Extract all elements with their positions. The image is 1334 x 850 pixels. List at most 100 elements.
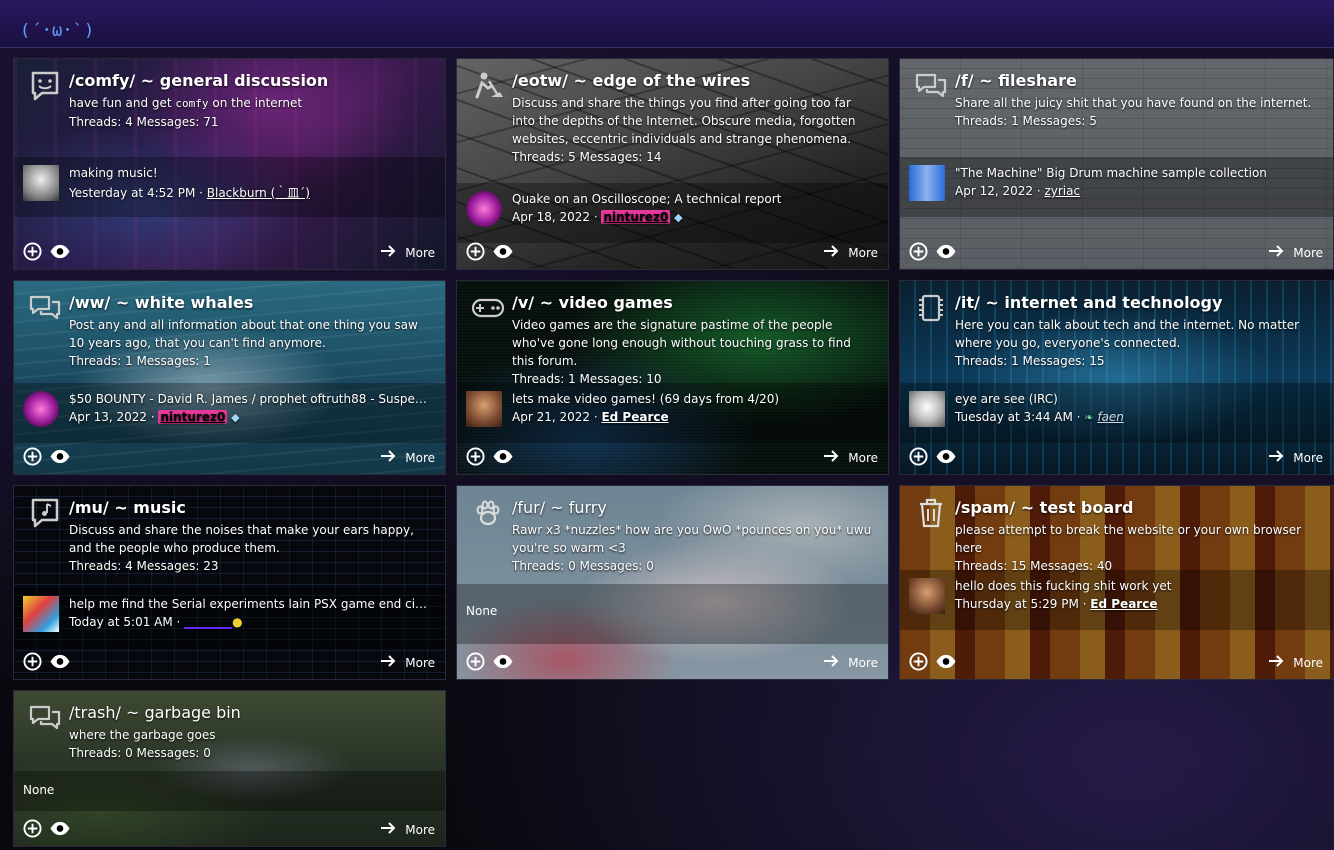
plus-circle-icon[interactable]: [909, 652, 928, 671]
more-link[interactable]: More: [1267, 652, 1323, 673]
board-title[interactable]: /trash/ ~ garbage bin: [69, 703, 241, 722]
card-footer: More: [457, 233, 888, 269]
last-post-title[interactable]: "The Machine" Big Drum machine sample co…: [955, 166, 1321, 180]
eye-icon[interactable]: [492, 242, 514, 261]
last-post-title[interactable]: making music!: [69, 166, 433, 180]
plus-circle-icon[interactable]: [909, 242, 928, 261]
board-stats: Threads: 0 Messages: 0: [69, 746, 211, 760]
board-description-text: Rawr x3 *nuzzles* how are you OwO *pounc…: [512, 523, 872, 555]
board-card-trash[interactable]: /trash/ ~ garbage bin where the garbage …: [13, 690, 446, 847]
site-title[interactable]: (´･ω･`): [20, 16, 95, 41]
eye-icon[interactable]: [935, 242, 957, 261]
board-title[interactable]: /ww/ ~ white whales: [69, 293, 253, 312]
eye-icon[interactable]: [49, 447, 71, 466]
plus-circle-icon[interactable]: [23, 819, 42, 838]
board-stats: Threads: 1 Messages: 1: [69, 354, 211, 368]
more-link[interactable]: More: [822, 447, 878, 468]
more-link[interactable]: More: [379, 652, 435, 673]
last-post-meta: Apr 13, 2022 · ninturez0 ◆: [69, 410, 240, 424]
more-link[interactable]: More: [822, 652, 878, 673]
more-label: More: [848, 655, 878, 670]
board-card-f[interactable]: /f/ ~ fileshare Share all the juicy shit…: [899, 58, 1334, 270]
last-post-title[interactable]: lets make video games! (69 days from 4/2…: [512, 392, 876, 406]
board-title[interactable]: /it/ ~ internet and technology: [955, 293, 1222, 312]
board-description-code: comfy: [175, 97, 209, 110]
more-link[interactable]: More: [1267, 447, 1323, 468]
last-post-title[interactable]: eye are see (IRC): [955, 392, 1321, 406]
avatar[interactable]: [909, 578, 945, 614]
arrow-right-icon: [379, 447, 397, 468]
board-description: Discuss and share the noises that make y…: [69, 521, 433, 575]
board-card-v[interactable]: /v/ ~ video games Video games are the si…: [456, 280, 889, 475]
last-post-user[interactable]: faen: [1097, 410, 1124, 424]
eye-icon[interactable]: [935, 652, 957, 671]
last-post: help me find the Serial experiments lain…: [14, 588, 445, 648]
more-label: More: [1293, 655, 1323, 670]
board-card-ww[interactable]: /ww/ ~ white whales Post any and all inf…: [13, 280, 446, 475]
more-link[interactable]: More: [379, 447, 435, 468]
board-title[interactable]: /comfy/ ~ general discussion: [69, 71, 328, 90]
avatar[interactable]: [909, 391, 945, 427]
last-post-user[interactable]: ninturez0: [158, 410, 228, 424]
music-note-icon: [28, 496, 62, 530]
board-card-comfy[interactable]: /comfy/ ~ general discussion have fun an…: [13, 58, 446, 270]
avatar[interactable]: [23, 596, 59, 632]
last-post-user[interactable]: zyriac: [1044, 184, 1080, 198]
chat-smile-icon: [28, 69, 62, 103]
avatar[interactable]: [466, 191, 502, 227]
eye-icon[interactable]: [49, 242, 71, 261]
board-card-fur[interactable]: /fur/ ~ furry Rawr x3 *nuzzles* how are …: [456, 485, 889, 680]
board-title[interactable]: /fur/ ~ furry: [512, 498, 607, 517]
avatar[interactable]: [466, 391, 502, 427]
more-link[interactable]: More: [822, 242, 878, 263]
last-post-user[interactable]: Ed Pearce: [601, 410, 668, 424]
plus-circle-icon[interactable]: [466, 242, 485, 261]
more-link[interactable]: More: [1267, 242, 1323, 263]
board-title[interactable]: /f/ ~ fileshare: [955, 71, 1077, 90]
last-post-user[interactable]: Blackburn (｀皿´): [207, 186, 310, 200]
plus-circle-icon[interactable]: [23, 447, 42, 466]
plus-circle-icon[interactable]: [466, 447, 485, 466]
board-stats: Threads: 5 Messages: 14: [512, 150, 662, 164]
last-post-user[interactable]: Ed Pearce: [1090, 597, 1157, 611]
board-description: Post any and all information about that …: [69, 316, 433, 370]
last-post-title[interactable]: hello does this fucking shit work yet: [955, 579, 1321, 593]
last-post-title[interactable]: help me find the Serial experiments lain…: [69, 597, 433, 611]
avatar[interactable]: [23, 391, 59, 427]
meta-separator: ·: [1033, 184, 1045, 198]
leaf-icon: ❧: [1084, 411, 1094, 424]
eye-icon[interactable]: [49, 652, 71, 671]
card-footer: More: [14, 438, 445, 474]
board-title[interactable]: /v/ ~ video games: [512, 293, 673, 312]
eye-icon[interactable]: [935, 447, 957, 466]
arrow-right-icon: [822, 242, 840, 263]
plus-circle-icon[interactable]: [466, 652, 485, 671]
board-card-it[interactable]: /it/ ~ internet and technology Here you …: [899, 280, 1334, 475]
plus-circle-icon[interactable]: [909, 447, 928, 466]
eye-icon[interactable]: [492, 447, 514, 466]
last-post-user[interactable]: ninturez0: [601, 210, 671, 224]
gamepad-icon: [471, 291, 505, 325]
board-title[interactable]: /mu/ ~ music: [69, 498, 186, 517]
last-post: "The Machine" Big Drum machine sample co…: [900, 157, 1333, 217]
board-card-spam[interactable]: /spam/ ~ test board please attempt to br…: [899, 485, 1334, 680]
last-post-title[interactable]: $50 BOUNTY - David R. James / prophet of…: [69, 392, 433, 406]
avatar[interactable]: [909, 165, 945, 201]
board-title[interactable]: /spam/ ~ test board: [955, 498, 1134, 517]
plus-circle-icon[interactable]: [23, 652, 42, 671]
last-post: None: [457, 584, 888, 644]
plus-circle-icon[interactable]: [23, 242, 42, 261]
more-link[interactable]: More: [379, 242, 435, 263]
last-post-user[interactable]: ________: [184, 615, 232, 629]
board-stats: Threads: 1 Messages: 15: [955, 354, 1105, 368]
last-post-meta: Apr 21, 2022 · Ed Pearce: [512, 410, 669, 424]
board-card-mu[interactable]: /mu/ ~ music Discuss and share the noise…: [13, 485, 446, 680]
board-title[interactable]: /eotw/ ~ edge of the wires: [512, 71, 750, 90]
last-post-time: Apr 13, 2022: [69, 410, 148, 424]
board-card-eotw[interactable]: /eotw/ ~ edge of the wires Discuss and s…: [456, 58, 889, 270]
avatar[interactable]: [23, 165, 59, 201]
last-post-title[interactable]: Quake on an Oscilloscope; A technical re…: [512, 192, 876, 206]
eye-icon[interactable]: [49, 819, 71, 838]
more-link[interactable]: More: [379, 819, 435, 840]
eye-icon[interactable]: [492, 652, 514, 671]
